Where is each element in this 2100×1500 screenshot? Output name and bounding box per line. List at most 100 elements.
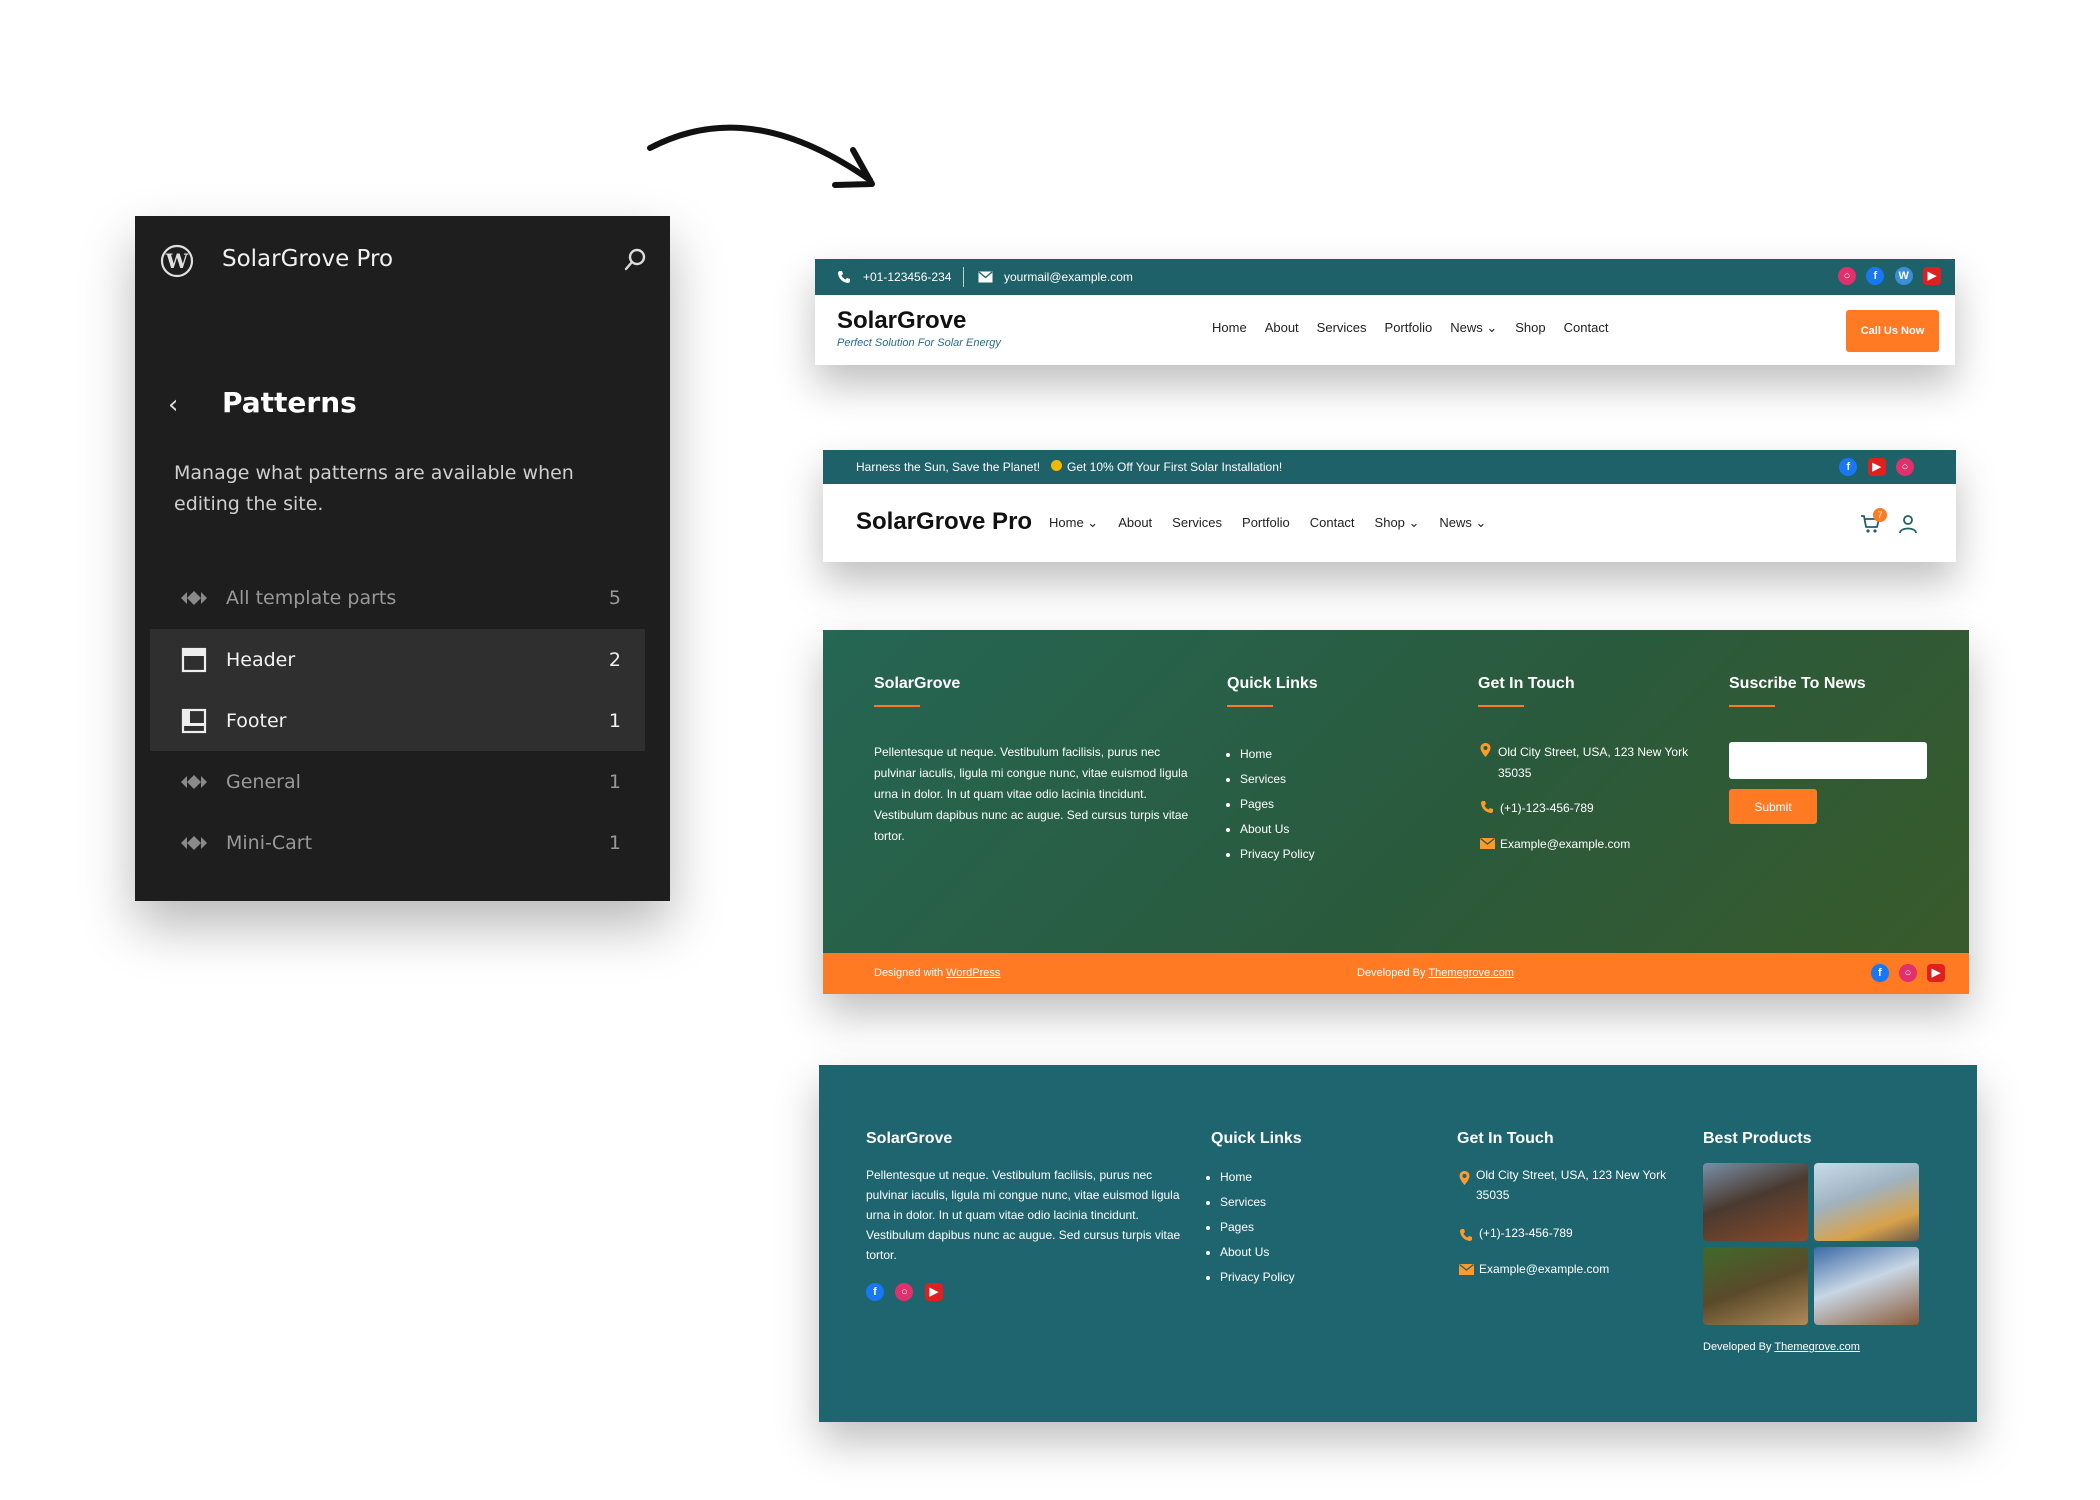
header-pattern-2[interactable]: Harness the Sun, Save the Planet! Get 10…	[823, 450, 1956, 562]
nav-item-shop[interactable]: Shop	[1515, 320, 1545, 336]
footer-pattern-2[interactable]: SolarGrove Pellentesque ut neque. Vestib…	[819, 1065, 1977, 1422]
heading-underline	[874, 705, 920, 707]
call-us-button[interactable]: Call Us Now	[1846, 310, 1939, 352]
developed-by-text: Developed By	[1703, 1341, 1775, 1353]
submit-button[interactable]: Submit	[1729, 789, 1817, 824]
sidebar-item-count: 1	[608, 831, 621, 854]
designed-with-text: Designed with	[874, 967, 947, 979]
sidebar-item-header[interactable]: Header 2	[150, 629, 645, 690]
header-layout-icon	[178, 644, 210, 676]
back-chevron-icon[interactable]: ‹	[168, 390, 178, 420]
product-image[interactable]	[1703, 1163, 1808, 1241]
contact-phone[interactable]: (+1)-123-456-789	[1500, 798, 1594, 819]
heading-underline	[1478, 705, 1524, 707]
nav-item-contact[interactable]: Contact	[1310, 515, 1355, 531]
youtube-icon[interactable]: ▶	[924, 1283, 943, 1301]
instagram-icon[interactable]: ○	[1896, 458, 1914, 476]
youtube-icon[interactable]: ▶	[1927, 964, 1945, 982]
product-image[interactable]	[1703, 1247, 1808, 1325]
page-title: Patterns	[222, 386, 357, 419]
top-bar-phone[interactable]: +01-123456-234	[863, 270, 951, 284]
nav-item-home[interactable]: Home	[1212, 320, 1247, 336]
sidebar-item-mini-cart[interactable]: Mini-Cart 1	[150, 812, 645, 873]
youtube-icon[interactable]: ▶	[1923, 267, 1941, 285]
quick-links-heading: Quick Links	[1227, 675, 1318, 692]
nav-item-about[interactable]: About	[1265, 320, 1299, 336]
sidebar-item-all-template-parts[interactable]: All template parts 5	[150, 567, 645, 628]
heading-underline	[1227, 705, 1273, 707]
facebook-icon[interactable]: f	[1870, 964, 1889, 982]
nav-item-home[interactable]: Home ⌄	[1049, 515, 1098, 531]
nav-item-news[interactable]: News ⌄	[1439, 515, 1486, 531]
wordpress-link[interactable]: WordPress	[946, 967, 1000, 979]
nav-item-portfolio[interactable]: Portfolio	[1385, 320, 1433, 336]
facebook-icon[interactable]: f	[1866, 267, 1885, 285]
nav-item-services[interactable]: Services	[1317, 320, 1367, 336]
main-nav: Home ⌄ About Services Portfolio Contact …	[1049, 515, 1506, 531]
instagram-icon[interactable]: ○	[1837, 267, 1856, 285]
nav-item-about[interactable]: About	[1118, 515, 1152, 531]
contact-email[interactable]: Example@example.com	[1500, 834, 1630, 855]
list-item[interactable]: Pages	[1240, 792, 1315, 817]
location-pin-icon	[1459, 1171, 1470, 1185]
contact-email[interactable]: Example@example.com	[1479, 1259, 1609, 1279]
sidebar-item-label: All template parts	[226, 586, 397, 609]
list-item[interactable]: Privacy Policy	[1220, 1265, 1295, 1290]
user-account-icon[interactable]	[1898, 514, 1918, 534]
header-pattern-1[interactable]: +01-123456-234 yourmail@example.com ○ f …	[815, 259, 1955, 365]
instagram-icon[interactable]: ○	[1898, 964, 1917, 982]
list-item[interactable]: Privacy Policy	[1240, 842, 1315, 867]
sidebar-item-general[interactable]: General 1	[150, 751, 645, 812]
youtube-icon[interactable]: ▶	[1867, 458, 1886, 476]
quick-links-list: Home Services Pages About Us Privacy Pol…	[1240, 742, 1315, 867]
newsletter-email-input[interactable]	[1729, 742, 1927, 779]
wordpress-logo-icon[interactable]: W	[160, 244, 194, 278]
newsletter-heading: Suscribe To News	[1729, 675, 1866, 692]
list-item[interactable]: About Us	[1220, 1240, 1295, 1265]
product-image[interactable]	[1814, 1163, 1919, 1241]
facebook-icon[interactable]: f	[1839, 458, 1858, 476]
nav-item-services[interactable]: Services	[1172, 515, 1222, 531]
wordpress-icon[interactable]: W	[1894, 267, 1913, 285]
facebook-icon[interactable]: f	[866, 1283, 884, 1301]
list-item[interactable]: Services	[1220, 1190, 1295, 1215]
announcement-text-b: Get 10% Off Your First Solar Installatio…	[1067, 460, 1283, 474]
list-item[interactable]: About Us	[1240, 817, 1315, 842]
page-description: Manage what patterns are available when …	[174, 462, 574, 515]
list-item[interactable]: Home	[1220, 1165, 1295, 1190]
developed-by: Developed By Themegrove.com	[1703, 1341, 1860, 1353]
footer-pattern-1[interactable]: SolarGrove Pellentesque ut neque. Vestib…	[823, 630, 1969, 994]
phone-icon	[838, 271, 850, 283]
footer-bottom-bar: Designed with WordPress Developed By The…	[823, 953, 1969, 994]
developed-by-text: Developed By	[1357, 967, 1429, 979]
curved-arrow-icon	[647, 124, 875, 188]
nav-item-contact[interactable]: Contact	[1564, 320, 1609, 336]
nav-item-portfolio[interactable]: Portfolio	[1242, 515, 1290, 531]
list-item[interactable]: Home	[1240, 742, 1315, 767]
contact-heading: Get In Touch	[1457, 1130, 1554, 1147]
nav-row: SolarGrove Perfect Solution For Solar En…	[815, 295, 1955, 365]
instagram-icon[interactable]: ○	[895, 1283, 914, 1301]
themegrove-link[interactable]: Themegrove.com	[1428, 967, 1514, 979]
list-item[interactable]: Pages	[1220, 1215, 1295, 1240]
mail-icon	[1480, 838, 1495, 849]
sidebar-item-label: General	[226, 770, 301, 793]
nav-item-news[interactable]: News ⌄	[1450, 320, 1497, 336]
nav-item-shop[interactable]: Shop ⌄	[1375, 515, 1420, 531]
mail-icon	[978, 271, 993, 283]
contact-address: Old City Street, USA, 123 New York 35035	[1476, 1168, 1667, 1202]
footer-about-text: Pellentesque ut neque. Vestibulum facili…	[874, 745, 1189, 843]
sun-icon	[1051, 460, 1062, 471]
site-brand[interactable]: SolarGrove	[837, 307, 966, 335]
site-brand[interactable]: SolarGrove Pro	[856, 508, 1032, 536]
themegrove-link[interactable]: Themegrove.com	[1774, 1341, 1860, 1353]
list-item[interactable]: Services	[1240, 767, 1315, 792]
top-bar-email[interactable]: yourmail@example.com	[1004, 270, 1133, 284]
contact-phone[interactable]: (+1)-123-456-789	[1479, 1223, 1573, 1243]
footer-layout-icon	[178, 705, 210, 737]
search-icon[interactable]	[621, 246, 649, 274]
site-title[interactable]: SolarGrove Pro	[222, 246, 393, 272]
sidebar-item-label: Mini-Cart	[226, 831, 313, 854]
product-image[interactable]	[1814, 1247, 1919, 1325]
sidebar-item-footer[interactable]: Footer 1	[150, 690, 645, 751]
